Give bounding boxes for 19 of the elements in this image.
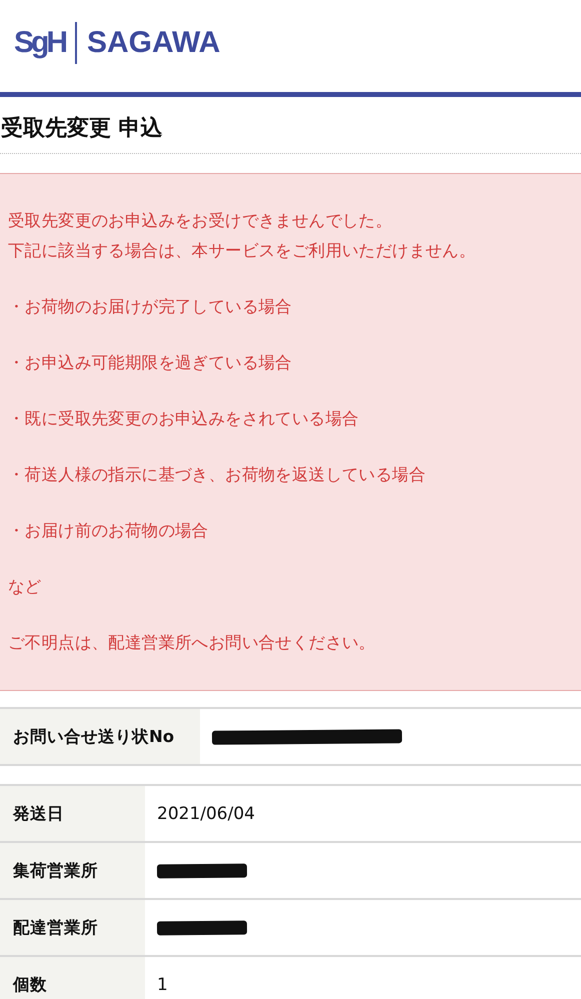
logo-text: SAGAWA (87, 26, 220, 60)
message-line: 受取先変更のお申込みをお受けできませんでした。 (8, 210, 394, 232)
row-label: 発送日 (0, 786, 145, 841)
row-value: 2021/06/04 (157, 804, 255, 824)
message-line: ・お荷物のお届けが完了している場合 (8, 296, 293, 318)
page-title: 受取先変更 申込 (0, 114, 164, 143)
row-label: 個数 (0, 957, 145, 999)
message-line: ・荷送人様の指示に基づき、お荷物を返送している場合 (8, 464, 427, 486)
row-label: お問い合せ送り状No (0, 709, 200, 764)
message-line: ・お申込み可能期限を過ぎている場合 (8, 352, 293, 374)
message-line: ご不明点は、配達営業所へお問い合せください。 (8, 632, 376, 654)
message-line: など (8, 576, 42, 598)
logo-mark: SgH (14, 26, 65, 60)
row-label: 配達営業所 (0, 900, 145, 955)
message-line: ・お届け前のお荷物の場合 (8, 520, 210, 542)
row-label: 集荷営業所 (0, 843, 145, 898)
row-value: 1 (157, 974, 168, 994)
message-line: 下記に該当する場合は、本サービスをご利用いただけません。 (8, 240, 477, 262)
message-line: ・既に受取先変更のお申込みをされている場合 (8, 408, 360, 430)
